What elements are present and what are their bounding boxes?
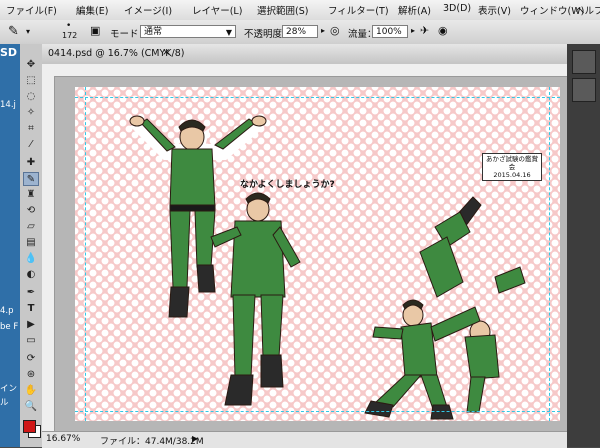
brush-tool-icon[interactable]: ✎ [8, 24, 19, 39]
mode-value: 通常 [144, 27, 163, 37]
healing-tool-icon[interactable]: ✚ [23, 156, 39, 170]
flow-value: 100% [376, 27, 402, 37]
flow-field[interactable]: 100% [372, 25, 408, 38]
type-tool-icon[interactable]: T [23, 302, 39, 316]
character-left-bottom [210, 192, 301, 406]
menu-filter[interactable]: フィルター(T) [328, 3, 389, 17]
blur-tool-icon[interactable]: 💧 [23, 252, 39, 266]
background-window-strip: SD 14.j 4.p be F イン ル [0, 44, 20, 447]
menu-bar: ファイル(F) 編集(E) イメージ(I) レイヤー(L) 選択範囲(S) フィ… [0, 0, 600, 21]
eyedropper-tool-icon[interactable]: ⁄ [23, 138, 39, 152]
strip-text: 4.p [0, 306, 14, 316]
pen-tool-icon[interactable]: ✒ [23, 286, 39, 300]
marquee-tool-icon[interactable]: ⬚ [23, 74, 39, 88]
status-bar: 16.67% ファイル：47.4M/38.2M ▶ [42, 431, 567, 448]
eraser-tool-icon[interactable]: ▱ [23, 220, 39, 234]
opacity-field[interactable]: 28% [282, 25, 318, 38]
pressure-size-icon[interactable]: ◉ [438, 24, 448, 37]
brush-panel-icon[interactable]: ▣ [90, 24, 100, 37]
pressure-opacity-icon[interactable]: ◎ [330, 24, 340, 37]
tool-preset-chevron-icon[interactable]: ▾ [26, 27, 30, 36]
brush-size[interactable]: 172 [62, 31, 77, 40]
strip-text: ル [0, 398, 9, 408]
3d-orbit-tool-icon[interactable]: ⊛ [23, 368, 39, 382]
close-tab-icon[interactable]: × [162, 47, 170, 58]
character-right-group [364, 196, 526, 420]
zoom-level[interactable]: 16.67% [46, 434, 80, 444]
document-window: 0414.psd @ 16.7% (CMYK/8) × なかよくしましょうか? … [42, 44, 567, 448]
vertical-ruler[interactable] [42, 76, 55, 431]
menu-layer[interactable]: レイヤー(L) [192, 3, 242, 17]
mode-select[interactable]: 通常 ▼ [140, 25, 236, 38]
artwork [129, 115, 526, 420]
foreground-color-swatch[interactable] [23, 420, 36, 433]
panel-dock [567, 44, 600, 447]
guide-vertical[interactable] [549, 87, 550, 421]
gradient-tool-icon[interactable]: ▤ [23, 236, 39, 250]
menu-view[interactable]: 表示(V) [478, 3, 511, 17]
lasso-tool-icon[interactable]: ◌ [23, 90, 39, 104]
menu-help[interactable]: ヘルプ(H) [575, 3, 600, 17]
move-tool-icon[interactable]: ✥ [23, 58, 39, 72]
signature-line-1: あかざ試験の鑑賞会 [486, 155, 538, 171]
options-bar: ✎ ▾ • 172 ▣ モード： 通常 ▼ 不透明度： 28% ▸ ◎ 流量： … [0, 20, 600, 45]
menu-edit[interactable]: 編集(E) [76, 3, 108, 17]
path-select-tool-icon[interactable]: ▶ [23, 318, 39, 332]
guide-vertical[interactable] [85, 87, 86, 421]
file-size-info: ファイル：47.4M/38.2M [100, 437, 204, 447]
3d-rotate-tool-icon[interactable]: ⟳ [23, 352, 39, 366]
panel-button[interactable] [572, 50, 596, 74]
menu-select[interactable]: 選択範囲(S) [257, 3, 308, 17]
strip-text: 14.j [0, 100, 16, 110]
canvas[interactable]: なかよくしましょうか? あかざ試験の鑑賞会 2015.04.16 [75, 87, 560, 421]
opacity-dropdown-icon[interactable]: ▸ [321, 26, 325, 35]
crop-tool-icon[interactable]: ⌗ [23, 122, 39, 136]
signature-line-2: 2015.04.16 [493, 171, 531, 179]
flow-dropdown-icon[interactable]: ▸ [411, 26, 415, 35]
strip-text: be F [0, 322, 19, 332]
opacity-value: 28% [286, 27, 307, 37]
horizontal-ruler[interactable] [42, 64, 567, 77]
menu-file[interactable]: ファイル(F) [6, 3, 57, 17]
shape-tool-icon[interactable]: ▭ [23, 334, 39, 348]
airbrush-icon[interactable]: ✈ [420, 24, 429, 37]
document-tab[interactable]: 0414.psd @ 16.7% (CMYK/8) × [42, 44, 567, 65]
guide-horizontal[interactable] [75, 97, 560, 98]
menu-image[interactable]: イメージ(I) [124, 3, 172, 17]
brush-tool-icon[interactable]: ✎ [23, 172, 39, 186]
quick-select-tool-icon[interactable]: ✧ [23, 106, 39, 120]
stamp-tool-icon[interactable]: ♜ [23, 188, 39, 202]
menu-analysis[interactable]: 解析(A) [398, 3, 431, 17]
panel-button[interactable] [572, 78, 596, 102]
mode-dropdown-icon: ▼ [225, 28, 232, 37]
dodge-tool-icon[interactable]: ◐ [23, 268, 39, 282]
tools-panel: ✥ ⬚ ◌ ✧ ⌗ ⁄ ✚ ✎ ♜ ⟲ ▱ ▤ 💧 ◐ ✒ T ▶ ▭ ⟳ ⊛ … [20, 44, 43, 447]
strip-text: イン [0, 384, 18, 394]
zoom-tool-icon[interactable]: 🔍 [23, 400, 39, 414]
brush-preview-icon[interactable]: • [66, 21, 71, 31]
strip-text: SD [0, 46, 18, 59]
guide-horizontal[interactable] [75, 411, 560, 412]
hand-tool-icon[interactable]: ✋ [23, 384, 39, 398]
status-menu-icon[interactable]: ▶ [192, 434, 198, 443]
signature-box: あかざ試験の鑑賞会 2015.04.16 [482, 153, 542, 181]
menu-3d[interactable]: 3D(D) [443, 3, 471, 14]
speech-bubble-text: なかよくしましょうか? [240, 180, 335, 190]
history-brush-tool-icon[interactable]: ⟲ [23, 204, 39, 218]
